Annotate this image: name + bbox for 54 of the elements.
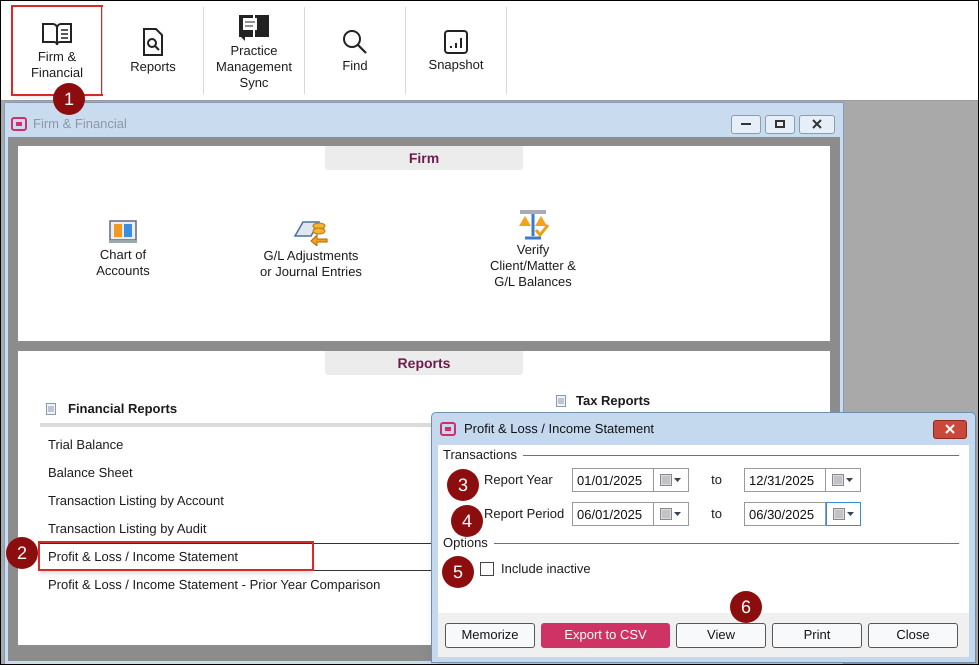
document-search-icon: [141, 26, 165, 56]
dialog-button[interactable]: Print: [772, 622, 862, 648]
launcher-item[interactable]: Chart of Accounts: [43, 218, 203, 278]
list-heading: Financial Reports: [68, 400, 178, 418]
close-button[interactable]: [933, 420, 967, 438]
section-header: Reports: [325, 351, 523, 375]
checkbox[interactable]: [480, 562, 494, 576]
calendar-dropdown[interactable]: [826, 502, 861, 526]
calendar-caret-icon: [660, 474, 682, 486]
date-field[interactable]: 06/01/2025: [572, 502, 654, 526]
range-label: to: [710, 505, 723, 524]
toolbar-button[interactable]: Find: [306, 7, 404, 94]
dialog-button[interactable]: Export to CSV: [541, 622, 670, 648]
section-header: Firm: [325, 146, 523, 170]
calendar-dropdown[interactable]: [654, 502, 689, 526]
dialog-button[interactable]: Memorize: [445, 622, 535, 648]
field-label: Report Period: [484, 505, 566, 524]
dialog-button[interactable]: View: [676, 622, 766, 648]
minimize-icon: [741, 122, 751, 126]
window-title: Firm & Financial: [33, 115, 127, 134]
calendar-dropdown[interactable]: [826, 468, 861, 492]
app-icon: [11, 117, 27, 131]
close-icon: [812, 119, 822, 129]
document-icon: [556, 395, 566, 407]
scales-icon: [516, 208, 550, 240]
close-icon: [945, 424, 955, 434]
calendar-caret-icon: [660, 508, 682, 520]
date-field[interactable]: 06/30/2025: [744, 502, 826, 526]
book-icon: [41, 20, 73, 46]
toolbar-button[interactable]: Reports: [104, 7, 202, 94]
bar-chart-icon: [443, 28, 469, 54]
field-label: Report Year: [484, 471, 554, 490]
document-icon: [46, 403, 56, 415]
launcher-item[interactable]: G/L Adjustments or Journal Entries: [231, 218, 391, 280]
launcher-item[interactable]: Verify Client/Matter & G/L Balances: [453, 208, 613, 290]
ledger-icon: [108, 218, 138, 244]
dialog-button[interactable]: Close: [868, 622, 958, 648]
calendar-dropdown[interactable]: [654, 468, 689, 492]
close-button[interactable]: [799, 114, 835, 134]
restore-button[interactable]: [765, 114, 795, 134]
range-label: to: [710, 471, 723, 490]
minimize-button[interactable]: [731, 114, 761, 134]
search-icon: [341, 28, 369, 56]
toolbar-button[interactable]: Snapshot: [407, 7, 505, 94]
restore-icon: [775, 120, 785, 128]
toolbar-button[interactable]: Practice Management Sync: [205, 7, 303, 94]
list-heading: Tax Reports: [576, 392, 650, 410]
date-field[interactable]: 01/01/2025: [572, 468, 654, 492]
calendar-caret-icon: [832, 474, 854, 486]
section-label: Transactions: [443, 446, 517, 464]
calendar-caret-icon: [832, 508, 854, 520]
app-icon: [440, 422, 456, 436]
date-field[interactable]: 12/31/2025: [744, 468, 826, 492]
dialog-title: Profit & Loss / Income Statement: [464, 420, 654, 438]
